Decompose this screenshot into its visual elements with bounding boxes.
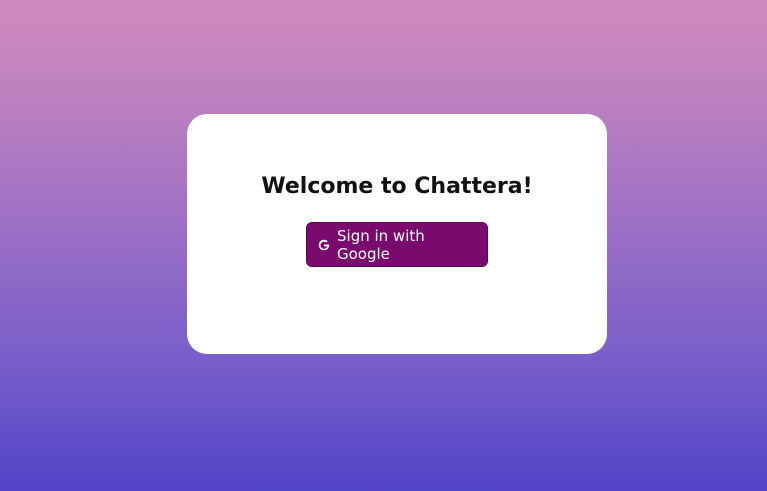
google-icon: [317, 238, 331, 252]
google-signin-button[interactable]: Sign in with Google: [306, 222, 488, 267]
welcome-title: Welcome to Chattera!: [261, 174, 533, 199]
signin-button-label: Sign in with Google: [337, 226, 425, 263]
welcome-card: Welcome to Chattera! Sign in with Google: [187, 114, 607, 354]
